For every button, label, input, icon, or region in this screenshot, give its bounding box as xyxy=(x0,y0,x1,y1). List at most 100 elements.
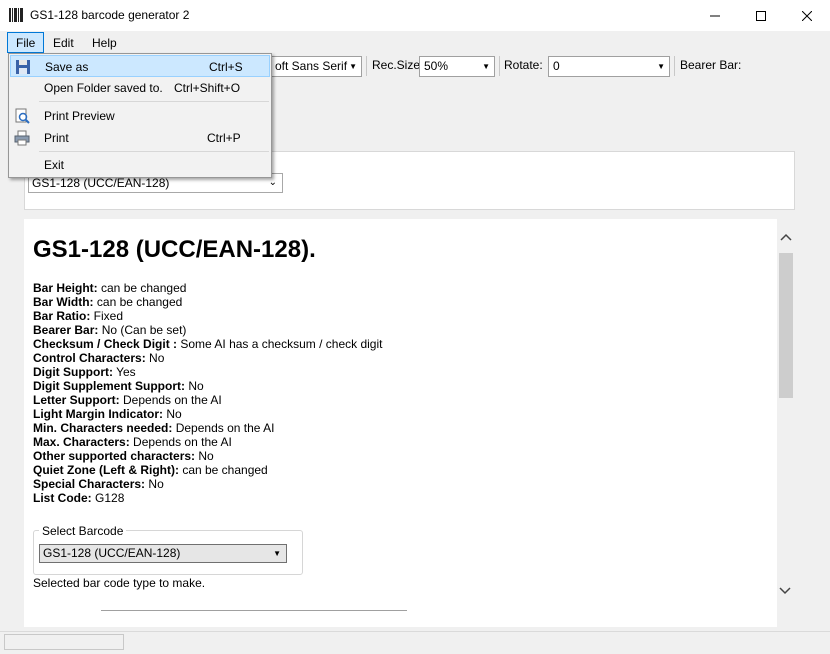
property-value: No xyxy=(195,449,214,463)
barcode-property: Digit Support: Yes xyxy=(33,365,136,379)
rotate-combo-value: 0 xyxy=(553,59,560,73)
printer-icon xyxy=(14,130,30,146)
property-name: Other supported characters: xyxy=(33,449,196,463)
rotate-combo[interactable]: 0 ▼ xyxy=(548,56,670,77)
barcode-property: Max. Characters: Depends on the AI xyxy=(33,435,232,449)
menu-item-print-preview[interactable]: Print Preview xyxy=(10,105,270,127)
property-name: Bar Height: xyxy=(33,281,98,295)
barcode-type-select-value: GS1-128 (UCC/EAN-128) xyxy=(32,176,170,190)
menu-item-label: Print Preview xyxy=(44,109,115,123)
barcode-property: Bar Ratio: Fixed xyxy=(33,309,123,323)
property-name: Checksum / Check Digit : xyxy=(33,337,178,351)
scroll-down-icon[interactable] xyxy=(779,585,793,599)
selected-barcode-hint: Selected bar code type to make. xyxy=(33,576,206,590)
toolbar-separator xyxy=(674,56,675,76)
property-value: No (Can be set) xyxy=(98,323,187,337)
menu-item-open-folder[interactable]: Open Folder saved to. Ctrl+Shift+O xyxy=(10,77,270,99)
menu-item-label: Print xyxy=(44,131,69,145)
barcode-property: Quiet Zone (Left & Right): can be change… xyxy=(33,463,268,477)
close-button[interactable] xyxy=(784,0,830,31)
recsize-combo[interactable]: 50% ▼ xyxy=(419,56,495,77)
property-name: Quiet Zone (Left & Right): xyxy=(33,463,179,477)
property-value: can be changed xyxy=(178,463,268,477)
menu-separator xyxy=(39,101,269,102)
recsize-combo-value: 50% xyxy=(424,59,449,73)
barcode-property: Other supported characters: No xyxy=(33,449,214,463)
property-value: No xyxy=(145,477,164,491)
property-name: Bearer Bar: xyxy=(33,323,99,337)
menu-separator xyxy=(39,151,269,152)
property-value: Some AI has a checksum / check digit xyxy=(177,337,383,351)
property-value: Yes xyxy=(112,365,136,379)
scrollbar-thumb[interactable] xyxy=(779,253,793,398)
property-name: Letter Support: xyxy=(33,393,120,407)
minimize-icon xyxy=(710,15,720,16)
select-barcode-dropdown[interactable]: GS1-128 (UCC/EAN-128) ▼ xyxy=(39,544,287,563)
chevron-down-icon: ▼ xyxy=(273,549,281,558)
property-name: Digit Support: xyxy=(33,365,113,379)
barcode-property: Letter Support: Depends on the AI xyxy=(33,393,222,407)
save-icon xyxy=(15,59,31,75)
property-name: Special Characters: xyxy=(33,477,146,491)
property-value: Depends on the AI xyxy=(119,393,222,407)
maximize-icon xyxy=(756,10,766,21)
select-barcode-dropdown-value: GS1-128 (UCC/EAN-128) xyxy=(43,546,181,560)
close-icon xyxy=(802,10,812,21)
property-name: Max. Characters: xyxy=(33,435,130,449)
menu-item-label: Save as xyxy=(45,60,89,74)
barcode-property: Checksum / Check Digit : Some AI has a c… xyxy=(33,337,382,351)
barcode-property: List Code: G128 xyxy=(33,491,124,505)
property-value: can be changed xyxy=(97,281,187,295)
print-preview-icon xyxy=(14,108,30,124)
barcode-property: Light Margin Indicator: No xyxy=(33,407,182,421)
maximize-button[interactable] xyxy=(738,0,784,31)
barcode-property: Bar Width: can be changed xyxy=(33,295,182,309)
app-barcode-icon xyxy=(8,7,24,23)
property-value: Fixed xyxy=(90,309,124,323)
property-value: Depends on the AI xyxy=(129,435,232,449)
property-name: Min. Characters needed: xyxy=(33,421,173,435)
menu-item-label: Open Folder saved to. xyxy=(44,81,163,95)
property-name: Control Characters: xyxy=(33,351,146,365)
barcode-property: Bearer Bar: No (Can be set) xyxy=(33,323,186,337)
divider xyxy=(101,610,407,611)
menu-item-print[interactable]: Print Ctrl+P xyxy=(10,127,270,149)
property-name: Bar Ratio: xyxy=(33,309,91,323)
minimize-button[interactable] xyxy=(692,0,738,31)
chevron-down-icon: ▼ xyxy=(657,62,665,71)
menu-item-shortcut: Ctrl+S xyxy=(209,60,243,74)
bearer-bar-label: Bearer Bar: xyxy=(680,58,742,72)
property-value: Depends on the AI xyxy=(172,421,275,435)
menu-help[interactable]: Help xyxy=(85,32,124,54)
status-pane xyxy=(4,634,124,650)
select-barcode-legend: Select Barcode xyxy=(39,524,127,538)
property-value: G128 xyxy=(91,491,125,505)
rotate-label: Rotate: xyxy=(504,58,543,72)
menu-item-exit[interactable]: Exit xyxy=(10,154,270,176)
menu-file[interactable]: File xyxy=(7,32,45,53)
font-combo-value: oft Sans Serif xyxy=(275,59,348,73)
menu-item-shortcut: Ctrl+P xyxy=(207,131,241,145)
property-name: Light Margin Indicator: xyxy=(33,407,163,421)
window-title: GS1-128 barcode generator 2 xyxy=(30,8,190,22)
menu-edit[interactable]: Edit xyxy=(46,32,81,54)
recsize-label: Rec.Size xyxy=(372,58,421,72)
barcode-property: Bar Height: can be changed xyxy=(33,281,186,295)
status-bar xyxy=(0,631,830,654)
barcode-property: Min. Characters needed: Depends on the A… xyxy=(33,421,274,435)
property-value: can be changed xyxy=(93,295,183,309)
scroll-up-icon[interactable] xyxy=(779,232,793,246)
menu-bar xyxy=(0,31,830,53)
property-name: Bar Width: xyxy=(33,295,94,309)
property-value: No xyxy=(145,351,165,365)
file-menu-dropdown: Save as Ctrl+S Open Folder saved to. Ctr… xyxy=(8,53,272,178)
property-name: Digit Supplement Support: xyxy=(33,379,185,393)
chevron-down-icon: ▼ xyxy=(349,62,357,71)
barcode-property: Digit Supplement Support: No xyxy=(33,379,204,393)
menu-item-save-as[interactable]: Save as Ctrl+S xyxy=(10,55,270,77)
property-value: No xyxy=(163,407,182,421)
barcode-property: Control Characters: No xyxy=(33,351,164,365)
property-name: List Code: xyxy=(33,491,92,505)
font-combo[interactable]: oft Sans Serif ▼ xyxy=(270,56,362,77)
toolbar-separator xyxy=(366,56,367,76)
